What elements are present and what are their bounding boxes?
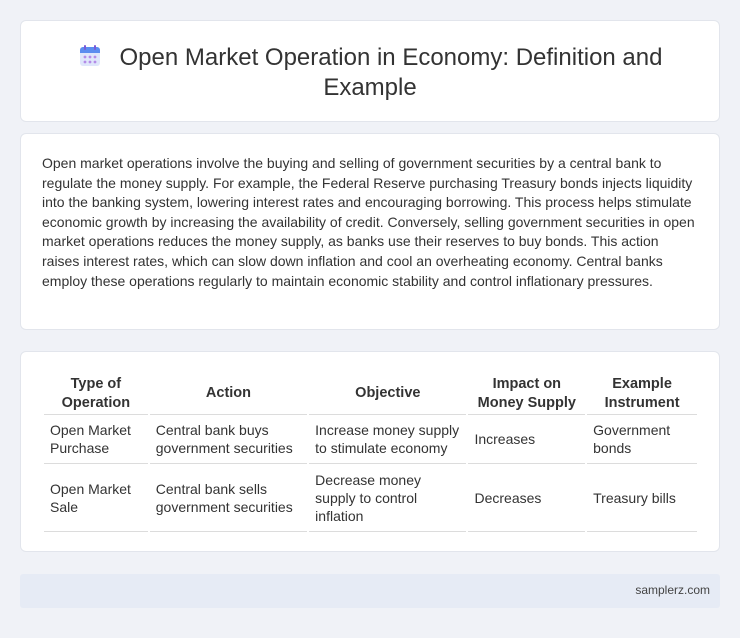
page-title-text: Open Market Operation in Economy: Defini… (119, 44, 663, 101)
cell-objective: Decrease money supply to control inflati… (309, 464, 467, 532)
cell-impact: Increases (468, 415, 586, 464)
header-example-instrument: Example Instrument (587, 373, 697, 415)
operations-table: Type of Operation Action Objective Impac… (42, 373, 699, 532)
description-card: Open market operations involve the buyin… (20, 133, 720, 330)
page-title: Open Market Operation in Economy: Defini… (61, 43, 679, 103)
cell-action: Central bank sells government securities (149, 464, 308, 532)
table-row: Open Market Sale Central bank sells gove… (44, 464, 697, 532)
cell-type: Open Market Sale (44, 464, 148, 532)
header-impact: Impact on Money Supply (468, 373, 586, 415)
footer-site-link[interactable]: samplerz.com (635, 583, 710, 597)
calendar-icon (79, 45, 100, 66)
table-header-row: Type of Operation Action Objective Impac… (44, 373, 697, 415)
title-card: Open Market Operation in Economy: Defini… (20, 20, 720, 122)
description-text: Open market operations involve the buyin… (42, 155, 695, 289)
table-row: Open Market Purchase Central bank buys g… (44, 415, 697, 464)
header-action: Action (149, 373, 308, 415)
cell-impact: Decreases (468, 464, 586, 532)
cell-instrument: Treasury bills (587, 464, 697, 532)
footer: samplerz.com (20, 574, 720, 608)
cell-action: Central bank buys government securities (149, 415, 308, 464)
table-card: Type of Operation Action Objective Impac… (20, 351, 720, 552)
cell-instrument: Government bonds (587, 415, 697, 464)
header-type-of-operation: Type of Operation (44, 373, 148, 415)
cell-objective: Increase money supply to stimulate econo… (309, 415, 467, 464)
cell-type: Open Market Purchase (44, 415, 148, 464)
header-objective: Objective (309, 373, 467, 415)
